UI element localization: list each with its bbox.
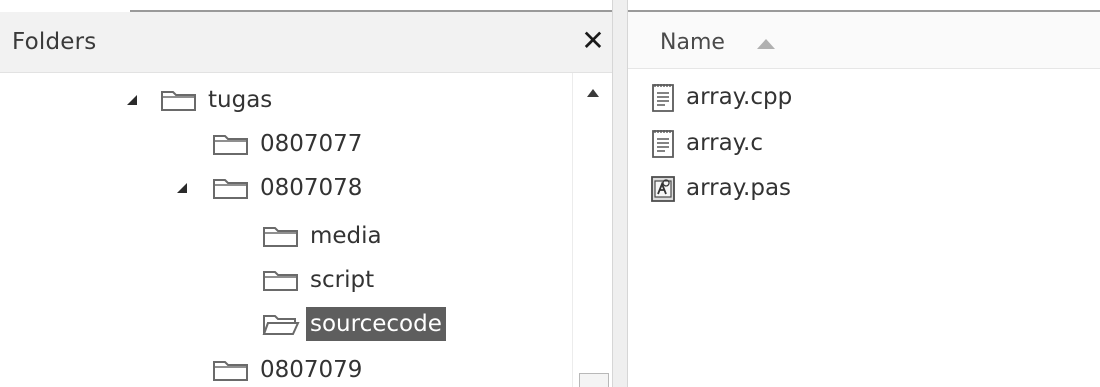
pascal-file-icon: [651, 176, 675, 202]
tree-item-label: script: [310, 267, 375, 293]
tree-item-tugas[interactable]: tugas: [127, 80, 276, 120]
folder-icon: [161, 91, 196, 111]
folder-icon: [263, 271, 298, 291]
tree-item-label-selected: sourcecode: [306, 307, 446, 341]
file-list-pane: Name array.cpp array.c array.pas: [628, 0, 1100, 387]
tree-item-sourcecode[interactable]: sourcecode: [262, 304, 446, 344]
text-file-icon: [652, 130, 674, 158]
folder-icon: [263, 227, 298, 247]
tree-item-label: 0807078: [260, 175, 363, 201]
tree-item-script[interactable]: script: [262, 260, 378, 300]
file-item-label: array.pas: [686, 175, 792, 201]
folders-pane-title: Folders: [12, 29, 97, 55]
text-file-icon: [652, 84, 674, 112]
file-item-array-pas[interactable]: array.pas: [650, 168, 791, 208]
column-header-name[interactable]: Name: [628, 12, 1100, 69]
tree-item-label: 0807077: [260, 131, 363, 157]
folder-icon: [213, 361, 248, 381]
scroll-thumb[interactable]: [579, 373, 609, 387]
file-item-array-c[interactable]: array.c: [650, 123, 763, 163]
tree-item-label: 0807079: [260, 357, 363, 383]
pane-splitter[interactable]: [612, 0, 628, 387]
expanded-arrow-icon[interactable]: [174, 180, 190, 196]
tree-item-0807078[interactable]: 0807078: [177, 168, 366, 208]
folders-scrollbar[interactable]: [572, 73, 613, 387]
caret-up-icon: [587, 89, 599, 97]
tree-item-0807077[interactable]: 0807077: [212, 124, 366, 164]
tree-item-label: tugas: [208, 87, 273, 113]
file-item-array-cpp[interactable]: array.cpp: [650, 77, 792, 117]
folder-icon: [213, 135, 248, 155]
file-item-label: array.cpp: [686, 84, 793, 110]
explorer-window: Folders ✕ tugas 0807077 0807078 media sc…: [0, 0, 1100, 387]
tree-item-label: media: [310, 223, 382, 249]
sort-ascending-icon: [757, 39, 775, 49]
expanded-arrow-icon[interactable]: [124, 92, 140, 108]
tree-item-media[interactable]: media: [262, 216, 386, 256]
file-item-label: array.c: [686, 130, 763, 156]
folder-icon: [213, 179, 248, 199]
column-header-label: Name: [660, 30, 725, 55]
close-folders-pane-button[interactable]: ✕: [578, 26, 608, 56]
folders-pane-header: Folders ✕: [0, 12, 612, 73]
tree-item-0807079[interactable]: 0807079: [212, 350, 366, 387]
open-folder-icon: [262, 315, 300, 335]
folders-pane: Folders ✕ tugas 0807077 0807078 media sc…: [0, 0, 613, 387]
scroll-up-button[interactable]: [573, 81, 613, 105]
